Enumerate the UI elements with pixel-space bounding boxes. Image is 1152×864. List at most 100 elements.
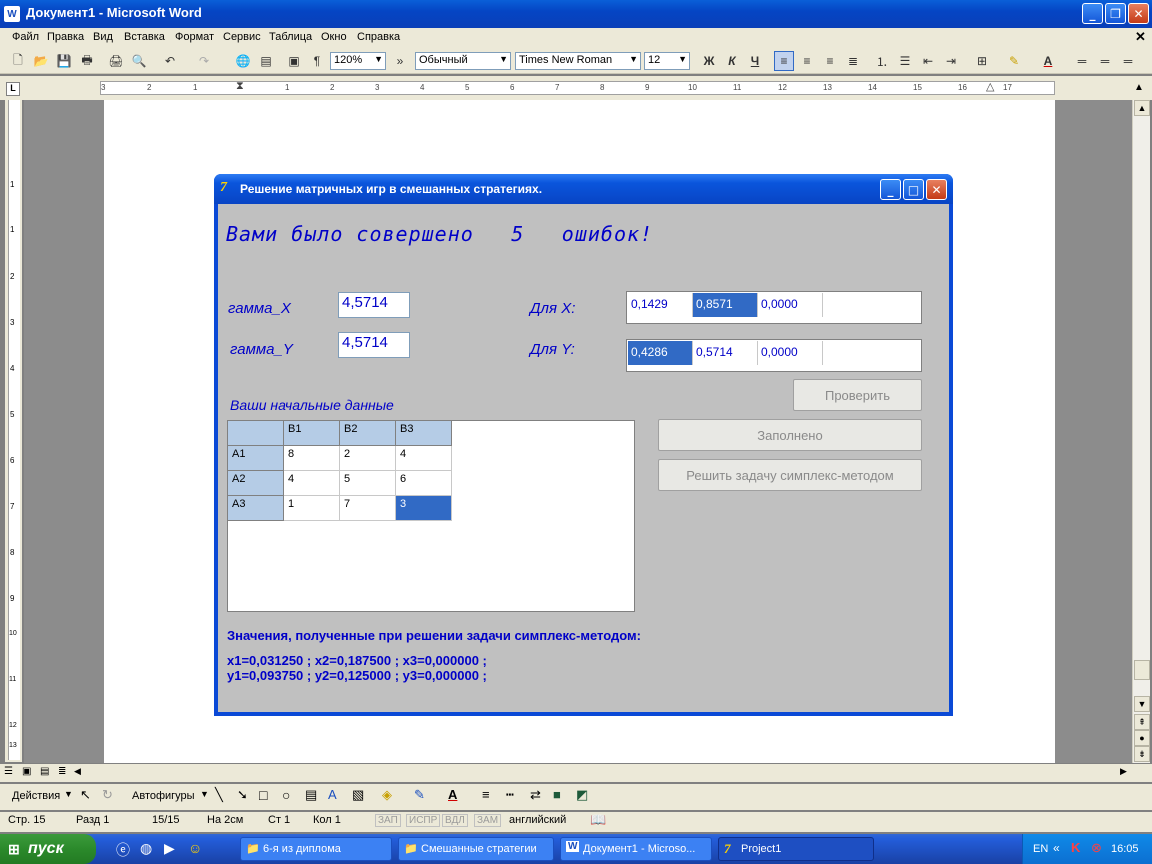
grid-cell[interactable]: 4 bbox=[284, 471, 340, 496]
gamma-x-field[interactable]: 4,5714 bbox=[338, 292, 410, 318]
task-item-active[interactable]: 7 Project1 bbox=[718, 837, 874, 861]
bullets-icon[interactable]: ☰ bbox=[895, 51, 915, 71]
select-browse-object-icon[interactable]: ● bbox=[1134, 730, 1150, 746]
tray-expand-icon[interactable]: « bbox=[1053, 841, 1060, 855]
undo-icon[interactable]: ↶ bbox=[160, 51, 180, 71]
numbering-icon[interactable]: ⒈ bbox=[872, 51, 892, 71]
status-ovr[interactable]: ЗАМ bbox=[474, 814, 502, 827]
grid-cell[interactable]: 2 bbox=[340, 446, 396, 471]
grid-cell[interactable]: 8 bbox=[284, 446, 340, 471]
close-button[interactable]: ✕ bbox=[1128, 3, 1149, 24]
increase-indent-icon[interactable]: ⇥ bbox=[941, 51, 961, 71]
menu-help[interactable]: Справка bbox=[357, 31, 400, 43]
previous-page-icon[interactable]: ⇞ bbox=[1134, 714, 1150, 730]
grid-cell[interactable]: 6 bbox=[396, 471, 452, 496]
next-page-icon[interactable]: ⇟ bbox=[1134, 746, 1150, 762]
simplex-button[interactable]: Решить задачу симплекс-методом bbox=[658, 459, 922, 491]
filled-button[interactable]: Заполнено bbox=[658, 419, 922, 451]
menu-window[interactable]: Окно bbox=[321, 31, 347, 43]
print-icon[interactable]: 🖨 bbox=[106, 51, 126, 71]
document-map-icon[interactable]: ▣ bbox=[284, 51, 304, 71]
menu-format[interactable]: Формат bbox=[175, 31, 214, 43]
borders-icon[interactable]: ⊞ bbox=[972, 51, 992, 71]
oval-icon[interactable]: ○ bbox=[282, 787, 290, 803]
clipart-icon[interactable]: ▧ bbox=[352, 787, 364, 803]
for-y-cell[interactable]: 0,0000 bbox=[758, 341, 823, 365]
horizontal-scrollbar[interactable]: ☰ ▣ ▤ ≣ ◀ ▶ bbox=[0, 764, 1152, 782]
autoshapes-menu[interactable]: Автофигуры bbox=[132, 790, 195, 802]
menu-tools[interactable]: Сервис bbox=[223, 31, 261, 43]
fill-color-icon[interactable]: ◈ bbox=[382, 787, 392, 803]
arrow-style-icon[interactable]: ⇄ bbox=[530, 787, 541, 803]
messenger-icon[interactable]: ☺ bbox=[188, 840, 202, 856]
line-color-icon[interactable]: ✎ bbox=[414, 787, 425, 803]
outline-view-icon[interactable]: ≣ bbox=[58, 766, 66, 777]
task-item[interactable]: W Документ1 - Microso... bbox=[560, 837, 712, 861]
font-combo[interactable]: Times New Roman ▼ bbox=[515, 52, 641, 70]
language-indicator[interactable]: EN bbox=[1033, 843, 1048, 855]
ie-icon[interactable]: ⓔ bbox=[116, 840, 130, 860]
vertical-ruler[interactable]: 1 1 2 3 4 5 6 7 8 9 10 11 12 13 bbox=[8, 100, 20, 760]
for-y-cell[interactable]: 0,5714 bbox=[693, 341, 758, 365]
grid-cell[interactable]: 4 bbox=[396, 446, 452, 471]
gamma-y-field[interactable]: 4,5714 bbox=[338, 332, 410, 358]
select-objects-icon[interactable]: ↖ bbox=[80, 787, 91, 803]
zoom-combo[interactable]: 120% ▼ bbox=[330, 52, 386, 70]
media-player-icon[interactable]: ▶ bbox=[164, 840, 175, 857]
dialog-minimize-button[interactable]: _ bbox=[880, 179, 901, 200]
antivirus-icon[interactable]: K bbox=[1071, 840, 1080, 855]
outlook-icon[interactable]: ◍ bbox=[140, 840, 152, 857]
dialog-maximize-button[interactable]: □ bbox=[903, 179, 924, 200]
scroll-left-icon[interactable]: ◀ bbox=[74, 766, 81, 777]
right-indent-marker-icon[interactable]: △ bbox=[986, 80, 994, 93]
line-style-icon[interactable]: ≡ bbox=[482, 787, 490, 802]
normal-view-icon[interactable]: ☰ bbox=[4, 766, 13, 777]
tables-icon[interactable]: ▤ bbox=[256, 51, 276, 71]
shadow-icon[interactable]: ■ bbox=[553, 787, 561, 802]
web-view-icon[interactable]: ▣ bbox=[22, 766, 31, 777]
scroll-right-icon[interactable]: ▶ bbox=[1120, 766, 1127, 777]
font-size-combo[interactable]: 12 ▼ bbox=[644, 52, 690, 70]
menu-table[interactable]: Таблица bbox=[269, 31, 312, 43]
font-color-icon[interactable]: A bbox=[1038, 51, 1058, 71]
indent-marker-icon[interactable]: ⧗ bbox=[236, 80, 244, 93]
dialog-close-button[interactable]: ✕ bbox=[926, 179, 947, 200]
initial-data-grid[interactable]: B1 B2 B3 A1 8 2 4 A2 4 5 6 A3 1 7 3 bbox=[227, 420, 635, 612]
status-trk[interactable]: ИСПР bbox=[406, 814, 441, 827]
dash-style-icon[interactable]: ┅ bbox=[506, 787, 514, 803]
align-left-icon[interactable]: ≡ bbox=[774, 51, 794, 71]
arrow-icon[interactable]: ➘ bbox=[237, 787, 248, 803]
for-y-grid[interactable]: 0,4286 0,5714 0,0000 bbox=[626, 339, 922, 372]
more-buttons-icon[interactable]: » bbox=[390, 51, 410, 71]
security-icon[interactable]: ⊗ bbox=[1091, 840, 1102, 856]
spelling-status-icon[interactable]: 📖 bbox=[590, 812, 606, 828]
menu-edit[interactable]: Правка bbox=[47, 31, 84, 43]
line-icon[interactable]: ╲ bbox=[215, 787, 223, 803]
rectangle-icon[interactable]: □ bbox=[259, 787, 267, 803]
bold-button[interactable]: Ж bbox=[699, 51, 719, 71]
check-button[interactable]: Проверить bbox=[793, 379, 922, 411]
status-ext[interactable]: ВДЛ bbox=[442, 814, 468, 827]
justify-icon[interactable]: ≣ bbox=[843, 51, 863, 71]
for-x-cell[interactable]: 0,1429 bbox=[628, 293, 693, 317]
show-formatting-icon[interactable]: ¶ bbox=[307, 51, 327, 71]
3d-icon[interactable]: ◩ bbox=[576, 787, 588, 803]
grid-cell-selected[interactable]: 3 bbox=[396, 496, 452, 521]
textbox-icon[interactable]: ▤ bbox=[305, 787, 317, 803]
permission-icon[interactable]: 🖶 bbox=[77, 51, 97, 71]
line-style-icon-1[interactable]: ═ bbox=[1072, 51, 1092, 71]
free-rotate-icon[interactable]: ↻ bbox=[102, 787, 113, 803]
for-x-cell[interactable]: 0,0000 bbox=[758, 293, 823, 317]
start-button[interactable]: ⊞ пуск bbox=[0, 834, 96, 864]
scroll-up-icon[interactable]: ▲ bbox=[1134, 100, 1150, 116]
align-right-icon[interactable]: ≡ bbox=[820, 51, 840, 71]
restore-button[interactable]: ❐ bbox=[1105, 3, 1126, 24]
task-item[interactable]: 📁 6-я из диплома bbox=[240, 837, 392, 861]
menu-insert[interactable]: Вставка bbox=[124, 31, 165, 43]
scroll-thumb[interactable] bbox=[1134, 660, 1150, 680]
horizontal-ruler[interactable]: 3 2 1 ⧗ 1 2 3 4 5 6 7 8 9 10 11 12 13 14… bbox=[100, 80, 1055, 95]
font-color-icon[interactable]: A bbox=[448, 787, 457, 802]
menu-view[interactable]: Вид bbox=[93, 31, 113, 43]
print-preview-icon[interactable]: 🔍 bbox=[129, 51, 149, 71]
for-y-cell-selected[interactable]: 0,4286 bbox=[628, 341, 693, 365]
